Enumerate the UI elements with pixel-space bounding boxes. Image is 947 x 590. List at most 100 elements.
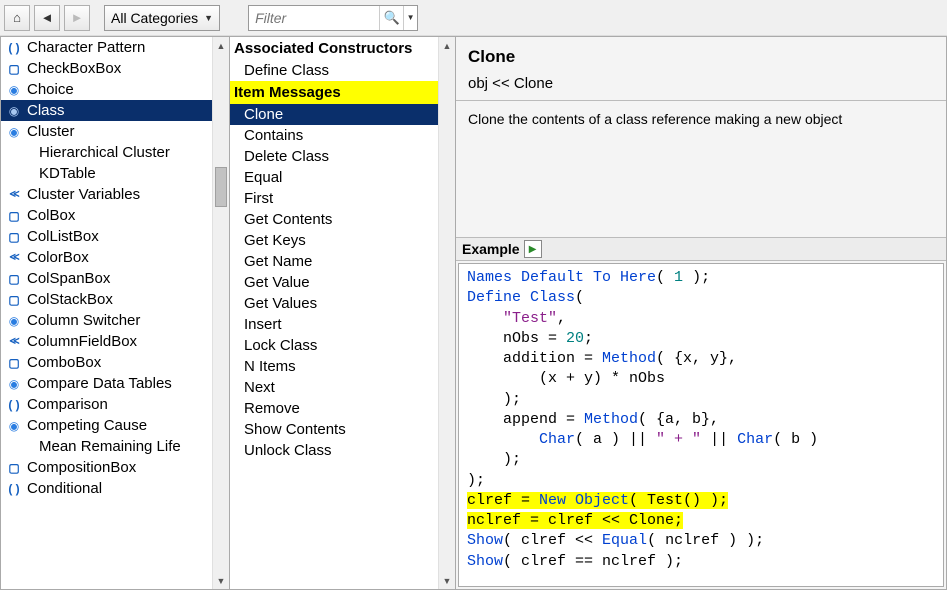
category-item-label: ComboBox	[27, 354, 101, 371]
category-item[interactable]: ▢ColListBox	[1, 226, 212, 247]
glb-icon: ◉	[7, 83, 21, 97]
category-item[interactable]: ▢ ComboBox	[1, 352, 212, 373]
message-item[interactable]: Contains	[230, 125, 438, 146]
detail-header: Clone obj << Clone	[456, 37, 946, 101]
ltlt-icon: ≪	[7, 252, 21, 263]
paren-icon: ( )	[7, 398, 21, 412]
category-item-label: CheckBoxBox	[27, 60, 121, 77]
category-item[interactable]: ◉Competing Cause	[1, 415, 212, 436]
category-item[interactable]: ◉ Compare Data Tables	[1, 373, 212, 394]
box-icon: ▢	[7, 356, 21, 370]
message-item[interactable]: Clone	[230, 104, 438, 125]
category-item-label: ColStackBox	[27, 291, 113, 308]
message-item[interactable]: Remove	[230, 398, 438, 419]
forward-button[interactable]: ►	[64, 5, 90, 31]
category-item[interactable]: ◉ Choice	[1, 79, 212, 100]
example-header: Example ▶	[456, 237, 946, 261]
box-icon: ▢	[7, 461, 21, 475]
category-dropdown[interactable]: All Categories ▼	[104, 5, 220, 31]
category-list[interactable]: ( )Character Pattern▢CheckBoxBox◉Choice◉…	[1, 37, 212, 589]
box-icon: ▢	[7, 293, 21, 307]
filter-input[interactable]	[249, 10, 379, 26]
category-item-label: Character Pattern	[27, 39, 145, 56]
category-dropdown-label: All Categories	[111, 10, 198, 26]
message-item[interactable]: Get Value	[230, 272, 438, 293]
ltlt-icon: ≪	[7, 189, 21, 200]
category-item[interactable]: KDTable	[1, 163, 212, 184]
scroll-down-icon[interactable]: ▼	[439, 572, 455, 589]
message-item[interactable]: N Items	[230, 356, 438, 377]
category-item-label: ColorBox	[27, 249, 89, 266]
example-label: Example	[462, 241, 520, 257]
category-item[interactable]: ( )Comparison	[1, 394, 212, 415]
run-example-button[interactable]: ▶	[524, 240, 542, 258]
scroll-down-icon[interactable]: ▼	[213, 572, 229, 589]
category-item[interactable]: ▢ CheckBoxBox	[1, 58, 212, 79]
category-item-label: Choice	[27, 81, 74, 98]
scroll-thumb[interactable]	[215, 167, 227, 207]
content-area: ( )Character Pattern▢CheckBoxBox◉Choice◉…	[0, 36, 947, 590]
category-item[interactable]: ≪ ColorBox	[1, 247, 212, 268]
category-item[interactable]: ◉ Class	[1, 100, 212, 121]
filter-search[interactable]: 🔍 ▼	[248, 5, 418, 31]
search-icon[interactable]: 🔍	[379, 6, 403, 30]
category-item[interactable]: Mean Remaining Life	[1, 436, 212, 457]
message-list[interactable]: Associated ConstructorsDefine ClassItem …	[230, 37, 438, 589]
glb-icon: ◉	[7, 314, 21, 328]
message-item[interactable]: Next	[230, 377, 438, 398]
category-item-label: Column Switcher	[27, 312, 140, 329]
category-item[interactable]: ▢ ColStackBox	[1, 289, 212, 310]
box-icon: ▢	[7, 62, 21, 76]
box-icon: ▢	[7, 272, 21, 286]
category-item[interactable]: ▢ColBox	[1, 205, 212, 226]
box-icon: ▢	[7, 209, 21, 223]
message-item[interactable]: Unlock Class	[230, 440, 438, 461]
category-item-label: Class	[27, 102, 65, 119]
category-item[interactable]: ◉ Column Switcher	[1, 310, 212, 331]
message-item[interactable]: Show Contents	[230, 419, 438, 440]
toolbar: ⌂ ◄ ► All Categories ▼ 🔍 ▼	[0, 0, 947, 36]
message-item[interactable]: Delete Class	[230, 146, 438, 167]
scroll-up-icon[interactable]: ▲	[213, 37, 229, 54]
search-dropdown-icon[interactable]: ▼	[403, 6, 417, 30]
message-item[interactable]: First	[230, 188, 438, 209]
back-button[interactable]: ◄	[34, 5, 60, 31]
category-item-label: ColumnFieldBox	[27, 333, 137, 350]
category-item-label: Mean Remaining Life	[39, 438, 181, 455]
glb-icon: ◉	[7, 104, 21, 118]
ltlt-icon: ≪	[7, 336, 21, 347]
category-item[interactable]: ≪Cluster Variables	[1, 184, 212, 205]
message-scrollbar[interactable]: ▲ ▼	[438, 37, 455, 589]
detail-signature: obj << Clone	[468, 75, 934, 92]
category-item-label: CompositionBox	[27, 459, 136, 476]
box-icon: ▢	[7, 230, 21, 244]
category-list-pane: ( )Character Pattern▢CheckBoxBox◉Choice◉…	[0, 36, 230, 590]
constructor-item[interactable]: Define Class	[230, 60, 438, 81]
category-item[interactable]: ( )Conditional	[1, 478, 212, 499]
category-item[interactable]: ( )Character Pattern	[1, 37, 212, 58]
message-item[interactable]: Insert	[230, 314, 438, 335]
category-scrollbar[interactable]: ▲ ▼	[212, 37, 229, 589]
category-item-label: ColSpanBox	[27, 270, 110, 287]
category-item-label: Compare Data Tables	[27, 375, 172, 392]
category-item[interactable]: ≪ ColumnFieldBox	[1, 331, 212, 352]
category-item-label: Competing Cause	[27, 417, 147, 434]
category-item-label: KDTable	[39, 165, 96, 182]
home-button[interactable]: ⌂	[4, 5, 30, 31]
category-item[interactable]: Hierarchical Cluster	[1, 142, 212, 163]
message-item[interactable]: Equal	[230, 167, 438, 188]
category-item[interactable]: ▢ CompositionBox	[1, 457, 212, 478]
category-item[interactable]: ◉Cluster	[1, 121, 212, 142]
message-item[interactable]: Get Values	[230, 293, 438, 314]
message-item[interactable]: Get Keys	[230, 230, 438, 251]
category-item[interactable]: ▢ ColSpanBox	[1, 268, 212, 289]
message-item[interactable]: Get Contents	[230, 209, 438, 230]
glb-icon: ◉	[7, 125, 21, 139]
scroll-up-icon[interactable]: ▲	[439, 37, 455, 54]
message-item[interactable]: Get Name	[230, 251, 438, 272]
message-item[interactable]: Lock Class	[230, 335, 438, 356]
glb-icon: ◉	[7, 377, 21, 391]
example-code[interactable]: Names Default To Here( 1 ); Define Class…	[458, 263, 944, 587]
detail-pane: Clone obj << Clone Clone the contents of…	[455, 36, 947, 590]
detail-title: Clone	[468, 47, 934, 67]
